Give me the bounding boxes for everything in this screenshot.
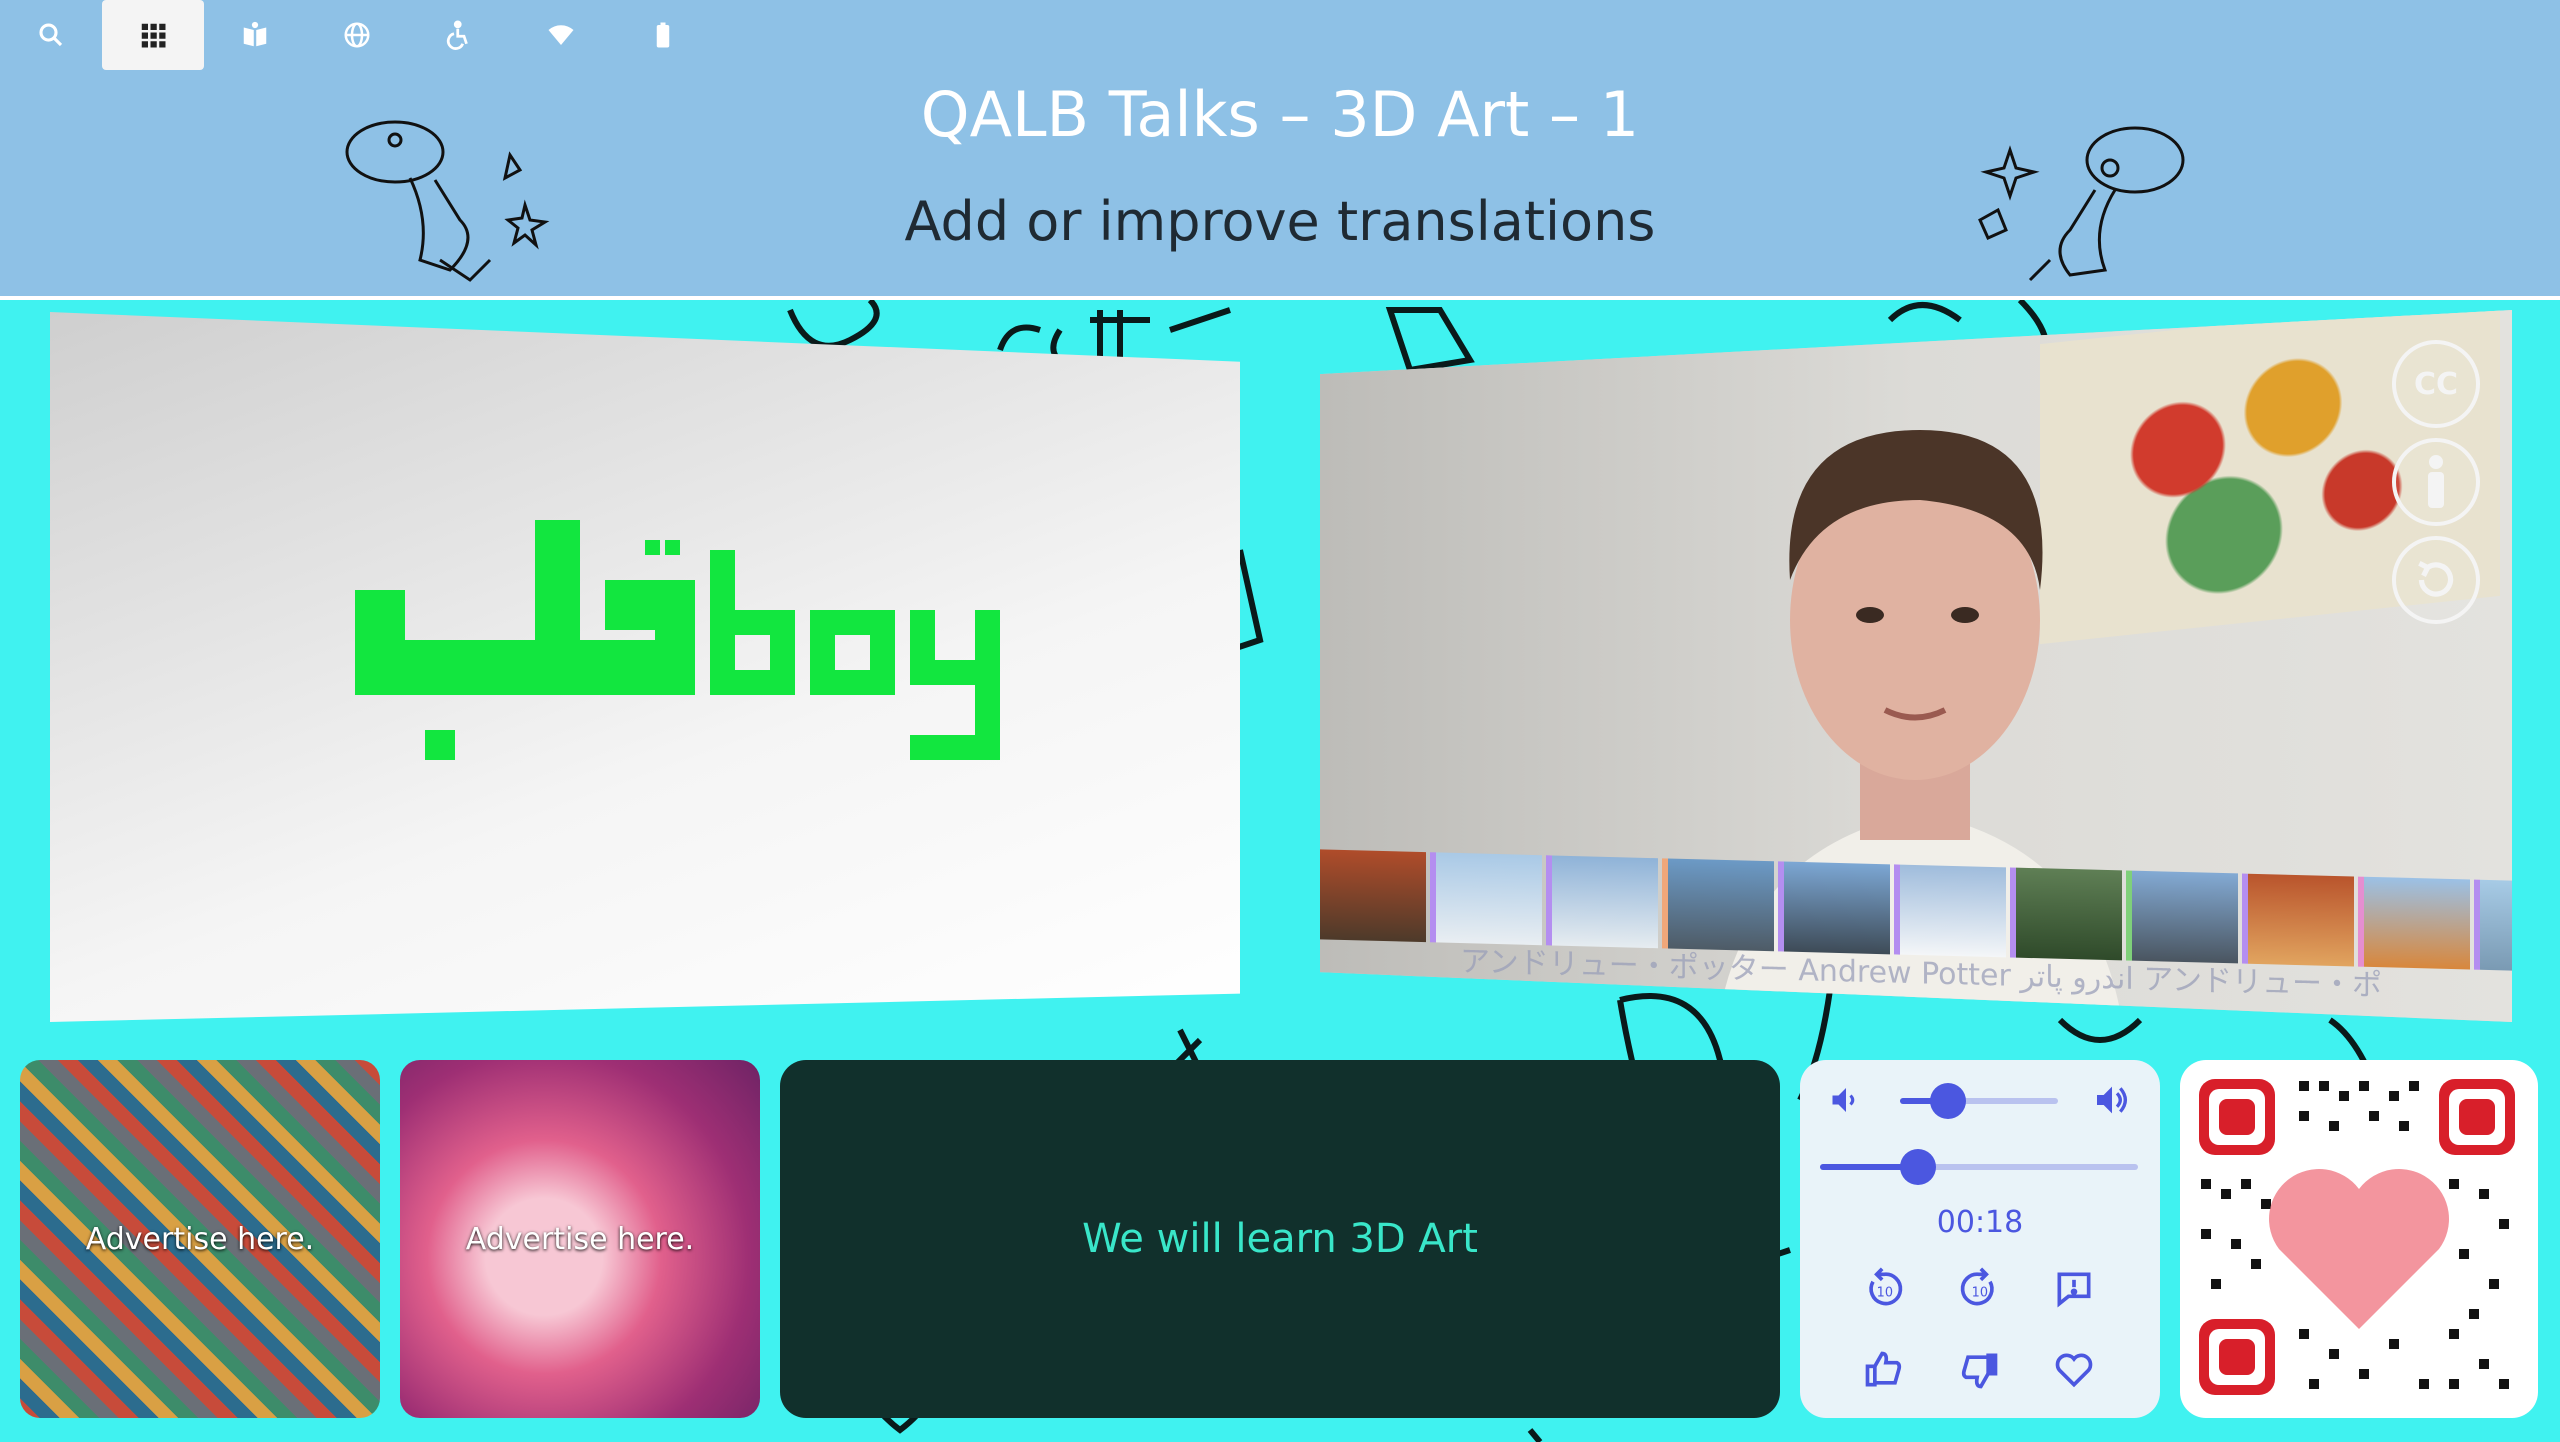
globe-icon	[344, 22, 370, 48]
ad-label: Advertise here.	[85, 1221, 315, 1257]
person-icon	[2428, 455, 2444, 508]
thumbnail[interactable]	[2242, 873, 2355, 967]
volume-up-icon[interactable]	[2092, 1080, 2132, 1120]
player-controls: 00:18 10 10	[1800, 1060, 2160, 1418]
speaker-video[interactable]: アンドリュー・ポッター Andrew Potter اندرو پاتر アンド…	[1320, 310, 2512, 1022]
thumbnail[interactable]	[1778, 861, 1891, 955]
alien-doodle-left	[345, 120, 550, 282]
search-button[interactable]	[0, 0, 102, 70]
forward-10-icon: 10	[1960, 1267, 1994, 1306]
thumbnail[interactable]	[1430, 852, 1543, 946]
thumbnail[interactable]	[2474, 879, 2512, 971]
accessibility-icon	[446, 20, 468, 50]
qr-code[interactable]	[2180, 1060, 2538, 1418]
favorite-button[interactable]	[2050, 1346, 2098, 1394]
rewind-10-button[interactable]: 10	[1860, 1265, 1908, 1313]
qr-code-image	[2199, 1079, 2515, 1395]
search-icon	[39, 23, 63, 47]
battery-button[interactable]	[612, 0, 714, 70]
toolbar	[0, 0, 714, 70]
dislike-button[interactable]	[1955, 1346, 2003, 1394]
rewind-10-icon: 10	[1869, 1267, 1903, 1306]
thumbnail[interactable]	[1320, 849, 1427, 943]
alien-doodle-right	[1978, 126, 2185, 282]
volume-down-icon[interactable]	[1828, 1082, 1864, 1118]
svg-text:10: 10	[1877, 1285, 1893, 1300]
grid-icon	[141, 23, 166, 48]
network-button[interactable]	[510, 0, 612, 70]
feedback-icon	[2057, 1272, 2091, 1308]
ad-slot[interactable]: Advertise here.	[20, 1060, 380, 1418]
thumbnail[interactable]	[2358, 876, 2471, 970]
svg-text:10: 10	[1972, 1285, 1988, 1300]
book-icon	[243, 21, 267, 47]
thumbs-up-icon	[1865, 1351, 1902, 1387]
volume-slider[interactable]	[1900, 1083, 2058, 1119]
thumbnail[interactable]	[1894, 864, 2007, 958]
cc-icon: CC	[2413, 366, 2459, 402]
replay-button[interactable]	[2392, 536, 2480, 624]
feedback-button[interactable]	[2050, 1265, 2098, 1313]
ad-label: Advertise here.	[465, 1221, 695, 1257]
thumbnail[interactable]	[2010, 867, 2123, 961]
forward-10-button[interactable]: 10	[1955, 1265, 2003, 1313]
progress-slider[interactable]	[1820, 1149, 2138, 1185]
wifi-icon	[548, 25, 574, 45]
qalb-boy-logo	[355, 520, 1000, 760]
ad-slot[interactable]: Advertise here.	[400, 1060, 760, 1418]
battery-icon	[656, 22, 670, 48]
progress-knob[interactable]	[1900, 1149, 1936, 1185]
thumbs-down-icon	[1961, 1353, 1998, 1389]
sign-language-button[interactable]	[2392, 438, 2480, 526]
reader-button[interactable]	[204, 0, 306, 70]
captions-button[interactable]: CC	[2392, 340, 2480, 428]
caption-panel: We will learn 3D Art	[780, 1060, 1780, 1418]
accessibility-button[interactable]	[408, 0, 510, 70]
header-bar: QALB Talks – 3D Art – 1 Add or improve t…	[0, 0, 2560, 300]
like-button[interactable]	[1860, 1346, 1908, 1394]
volume-knob[interactable]	[1930, 1083, 1966, 1119]
apps-button[interactable]	[102, 0, 204, 70]
heart-icon	[2055, 1353, 2093, 1388]
thumbnail[interactable]	[2126, 870, 2239, 964]
thumbnail[interactable]	[1662, 858, 1775, 952]
caption-text: We will learn 3D Art	[1082, 1216, 1478, 1262]
language-button[interactable]	[306, 0, 408, 70]
replay-icon	[2418, 561, 2454, 597]
thumbnail[interactable]	[1546, 855, 1659, 949]
time-display: 00:18	[1936, 1205, 2024, 1240]
